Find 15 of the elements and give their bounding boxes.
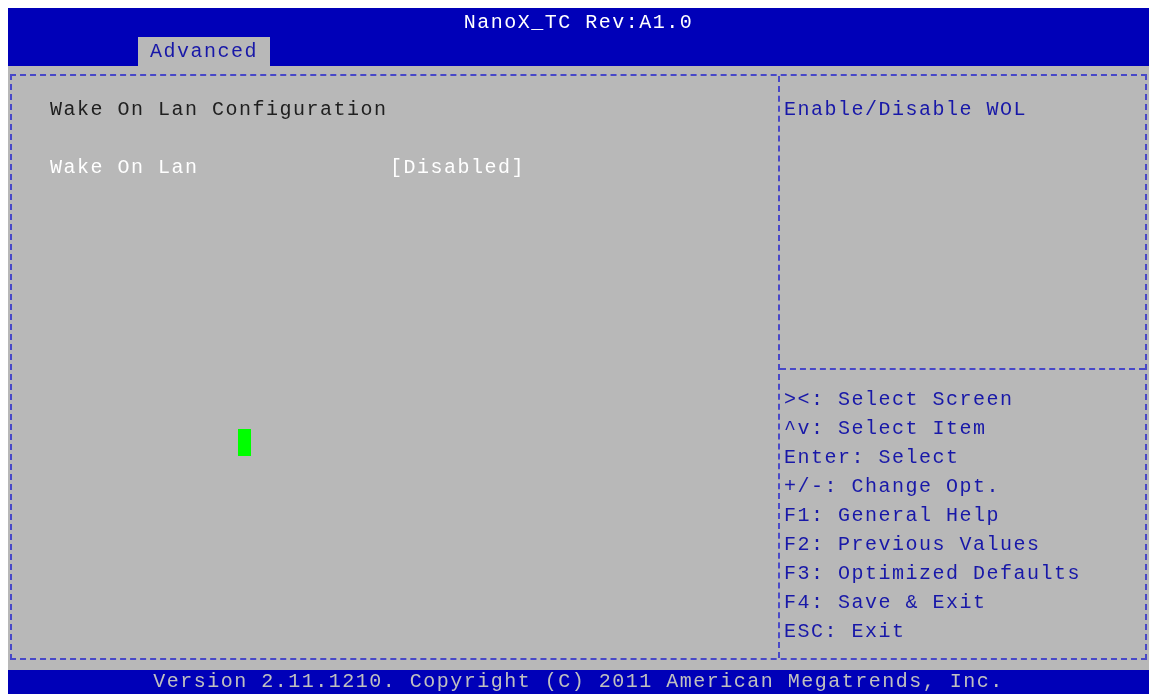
key-hint: ><: Select Screen — [784, 386, 1014, 413]
key-hint: Enter: Select — [784, 444, 960, 471]
key-hint: F4: Save & Exit — [784, 589, 987, 616]
key-hint: +/-: Change Opt. — [784, 473, 1001, 500]
key-hint: F3: Optimized Defaults — [784, 560, 1082, 587]
help-text: Enable/Disable WOL — [784, 96, 1028, 123]
tab[interactable]: Advanced — [138, 37, 270, 66]
window-title: NanoX_TC Rev:A1.0 — [463, 10, 694, 35]
key-hint: ESC: Exit — [784, 618, 906, 645]
text-cursor — [238, 429, 251, 456]
key-hint: ^v: Select Item — [784, 415, 987, 442]
key-hint: F1: General Help — [784, 502, 1001, 529]
key-hint: F2: Previous Values — [784, 531, 1041, 558]
section-title: Wake On Lan Configuration — [50, 96, 388, 123]
copyright-text: Version 2.11.1210. Copyright (C) 2011 American Megatrends, Inc. — [153, 669, 1004, 694]
